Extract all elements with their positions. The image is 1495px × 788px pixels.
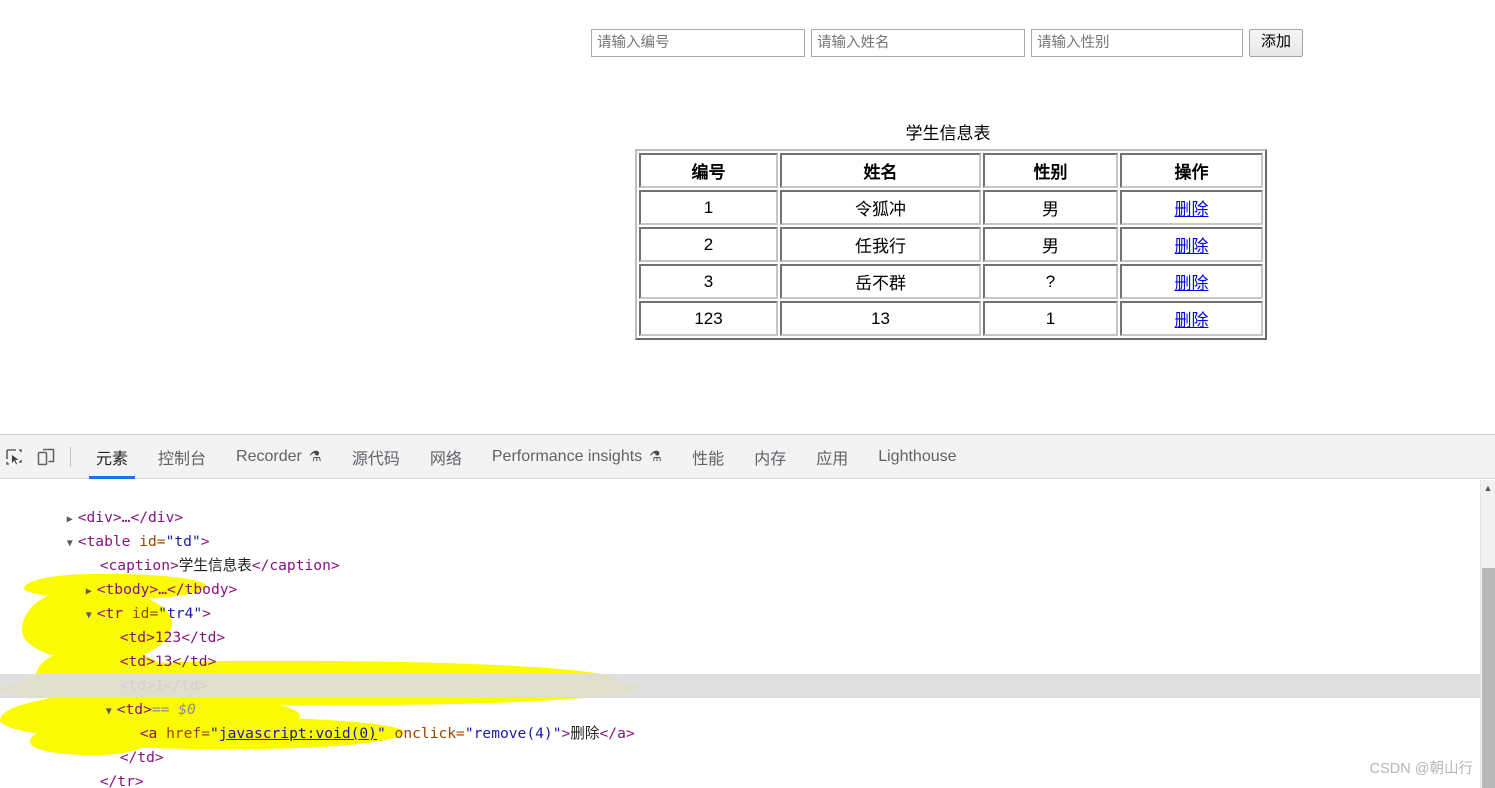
column-header-action: 操作	[1120, 153, 1263, 188]
devtools-toolbar: 元素 控制台 Recorder ⚗ 源代码 网络 Performance ins…	[0, 435, 1495, 479]
cell-name: 任我行	[780, 227, 981, 262]
table-header-row: 编号 姓名 性别 操作	[639, 153, 1263, 188]
cell-name: 岳不群	[780, 264, 981, 299]
dom-line-caption[interactable]: <caption>学生信息表</caption>	[0, 530, 1495, 574]
tab-elements[interactable]: 元素	[81, 435, 143, 479]
dom-line-div[interactable]: <div>…</div>	[0, 482, 1495, 526]
tab-performance-insights[interactable]: Performance insights ⚗	[477, 435, 677, 479]
tab-label: 源代码	[351, 450, 400, 468]
cell-sex: 男	[983, 227, 1118, 262]
dom-tree-scrollbar[interactable]: ▲	[1480, 480, 1495, 788]
dom-line-td-123[interactable]: <td>123</td>	[0, 602, 1495, 646]
add-student-form: 添加	[591, 29, 1303, 57]
table-row: 3 岳不群 ? 删除	[639, 264, 1263, 299]
table-row: 1 令狐冲 男 删除	[639, 190, 1263, 225]
dom-line-table-close[interactable]: </table>	[0, 770, 1495, 788]
cell-name: 13	[780, 301, 981, 336]
column-header-name: 姓名	[780, 153, 981, 188]
tab-label: Recorder	[236, 447, 302, 465]
dom-line-td-close[interactable]: </td>	[0, 722, 1495, 766]
tab-label: 应用	[816, 450, 849, 468]
dom-line-table-open[interactable]: <table id="td">	[0, 506, 1495, 550]
cell-action: 删除	[1120, 227, 1263, 262]
tab-label: 内存	[754, 450, 787, 468]
scroll-up-arrow-icon[interactable]: ▲	[1481, 480, 1495, 495]
cell-name: 令狐冲	[780, 190, 981, 225]
table-row: 2 任我行 男 删除	[639, 227, 1263, 262]
cell-id: 123	[639, 301, 778, 336]
dom-tree-view[interactable]: <div>…</div> <table id="td"> <caption>学生…	[0, 479, 1495, 788]
devtools-panel: 元素 控制台 Recorder ⚗ 源代码 网络 Performance ins…	[0, 434, 1495, 788]
cell-sex: 男	[983, 190, 1118, 225]
tab-label: Performance insights	[491, 447, 643, 465]
tab-lighthouse[interactable]: Lighthouse	[863, 435, 971, 479]
dom-line-td-1[interactable]: <td>1</td>	[0, 650, 1495, 694]
inspect-element-icon[interactable]	[0, 441, 30, 473]
dom-line-td-selected[interactable]: <td>== $0	[0, 674, 1495, 718]
dom-line-tr-close[interactable]: </tr>	[0, 746, 1495, 788]
tab-console[interactable]: 控制台	[143, 435, 221, 479]
cell-action: 删除	[1120, 264, 1263, 299]
add-student-button[interactable]: 添加	[1249, 29, 1303, 57]
student-sex-input[interactable]	[1031, 29, 1243, 57]
cell-sex: ?	[983, 264, 1118, 299]
cell-sex: 1	[983, 301, 1118, 336]
tab-label: Lighthouse	[878, 447, 957, 465]
student-table: 编号 姓名 性别 操作 1 令狐冲 男 删除 2 任我行 男 删除 3 岳不群 …	[635, 149, 1267, 340]
tab-network[interactable]: 网络	[415, 435, 477, 479]
cell-id: 2	[639, 227, 778, 262]
tab-application[interactable]: 应用	[801, 435, 863, 479]
table-caption: 学生信息表	[905, 124, 991, 143]
delete-link[interactable]: 删除	[1175, 200, 1209, 219]
tab-memory[interactable]: 内存	[739, 435, 801, 479]
student-table-container: 学生信息表 编号 姓名 性别 操作 1 令狐冲 男 删除 2 任我行 男 删除 …	[635, 122, 1267, 340]
tab-performance[interactable]: 性能	[677, 435, 739, 479]
flask-icon: ⚗	[308, 448, 322, 464]
dom-line-td-13[interactable]: <td>13</td>	[0, 626, 1495, 670]
cell-id: 3	[639, 264, 778, 299]
student-name-input[interactable]	[811, 29, 1025, 57]
tab-sources[interactable]: 源代码	[337, 435, 415, 479]
page-viewport: 添加 学生信息表 编号 姓名 性别 操作 1 令狐冲 男	[0, 0, 1495, 434]
column-header-id: 编号	[639, 153, 778, 188]
tab-label: 网络	[429, 450, 462, 468]
delete-link[interactable]: 删除	[1175, 274, 1209, 293]
flask-icon: ⚗	[649, 448, 662, 464]
watermark-text: CSDN @朝山行	[1369, 761, 1473, 777]
toolbar-divider	[70, 446, 71, 467]
table-row: 123 13 1 删除	[639, 301, 1263, 336]
scrollbar-thumb[interactable]	[1482, 568, 1495, 788]
column-header-sex: 性别	[983, 153, 1118, 188]
cell-action: 删除	[1120, 190, 1263, 225]
tab-label: 元素	[96, 450, 129, 468]
student-id-input[interactable]	[591, 29, 805, 57]
device-toolbar-icon[interactable]	[30, 441, 62, 473]
dom-line-anchor[interactable]: <a href="javascript:void(0)" onclick="re…	[0, 698, 1495, 742]
delete-link[interactable]: 删除	[1175, 237, 1209, 256]
dom-line-tr4-open[interactable]: <tr id="tr4">	[0, 578, 1495, 622]
dom-line-tbody[interactable]: <tbody>…</tbody>	[0, 554, 1495, 598]
cell-action: 删除	[1120, 301, 1263, 336]
tab-recorder[interactable]: Recorder ⚗	[221, 435, 337, 479]
delete-link[interactable]: 删除	[1175, 311, 1209, 330]
cell-id: 1	[639, 190, 778, 225]
tab-label: 性能	[692, 450, 725, 468]
tab-label: 控制台	[158, 450, 207, 468]
